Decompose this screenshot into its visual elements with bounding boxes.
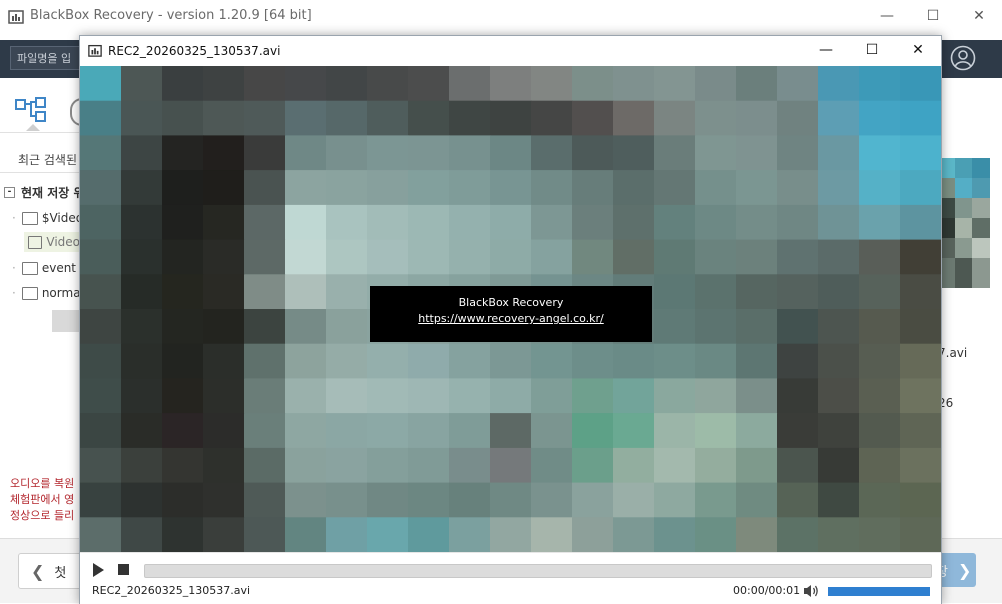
left-panel: 최근 검색된 - 현재 저장 위 · $Video Video · event … bbox=[0, 78, 85, 536]
player-close-button[interactable]: ✕ bbox=[895, 36, 941, 64]
main-window-title: BlackBox Recovery - version 1.20.9 [64 b… bbox=[30, 8, 312, 23]
current-filename: REC2_20260325_130537.avi bbox=[92, 584, 251, 597]
search-input[interactable]: 파일명을 입 bbox=[10, 46, 80, 70]
thumbnail[interactable] bbox=[938, 158, 990, 288]
tree-item-label: normal bbox=[41, 286, 84, 300]
player-title: REC2_20260325_130537.avi bbox=[108, 44, 281, 58]
notice-line: 오디오를 복원 bbox=[10, 477, 75, 490]
tab-pointer bbox=[26, 124, 40, 131]
notice-text: 오디오를 복원 체험판에서 영 정상으로 들리 bbox=[10, 476, 74, 524]
collapse-icon[interactable]: - bbox=[4, 186, 15, 198]
video-player-window: REC2_20260325_130537.avi — ☐ ✕ BlackBox … bbox=[79, 35, 942, 604]
overlay-title: BlackBox Recovery bbox=[458, 296, 564, 309]
scroll-thumb[interactable] bbox=[52, 310, 80, 332]
tree-root[interactable]: - 현재 저장 위 bbox=[4, 182, 85, 202]
stop-icon[interactable] bbox=[118, 564, 129, 575]
main-close-button[interactable]: ✕ bbox=[956, 0, 1002, 32]
tree-item[interactable]: · $Video bbox=[12, 208, 83, 228]
notice-line: 정상으로 들리 bbox=[10, 509, 75, 522]
watermark-overlay: BlackBox Recovery https://www.recovery-a… bbox=[370, 286, 652, 342]
main-maximize-button[interactable]: ☐ bbox=[910, 0, 956, 32]
player-maximize-button[interactable]: ☐ bbox=[849, 36, 895, 64]
player-minimize-button[interactable]: — bbox=[803, 36, 849, 64]
play-icon[interactable] bbox=[91, 562, 105, 578]
tree-root-label: 현재 저장 위 bbox=[21, 185, 85, 200]
tree-item-label: Video bbox=[46, 235, 80, 249]
main-title-bar: BlackBox Recovery - version 1.20.9 [64 b… bbox=[0, 0, 1002, 32]
recent-search-label: 최근 검색된 bbox=[18, 153, 78, 167]
file-name-fragment: 7.avi bbox=[938, 346, 968, 360]
user-account-icon[interactable] bbox=[950, 45, 976, 71]
folder-icon bbox=[21, 286, 38, 300]
first-page-label: 첫 bbox=[54, 565, 67, 581]
player-controls: REC2_20260325_130537.avi 00:00/00:01 bbox=[80, 552, 941, 604]
app-logo-icon bbox=[8, 8, 24, 24]
tree-item-label: $Video bbox=[41, 211, 84, 225]
main-minimize-button[interactable]: — bbox=[864, 0, 910, 32]
tree-item-label: event bbox=[41, 261, 77, 275]
notice-line: 체험판에서 영 bbox=[10, 493, 75, 506]
chevron-left-icon: ❮ bbox=[31, 561, 45, 581]
seek-bar[interactable] bbox=[144, 564, 932, 578]
volume-level-bar[interactable] bbox=[828, 587, 930, 596]
tree-item[interactable]: · normal bbox=[12, 283, 84, 303]
tree-item-selected[interactable]: Video bbox=[24, 232, 80, 252]
player-title-bar: REC2_20260325_130537.avi — ☐ ✕ bbox=[80, 36, 941, 66]
volume-icon[interactable] bbox=[802, 583, 820, 599]
video-frame[interactable]: BlackBox Recovery https://www.recovery-a… bbox=[80, 66, 941, 552]
chevron-right-icon: ❯ bbox=[957, 560, 972, 580]
overlay-link[interactable]: https://www.recovery-angel.co.kr/ bbox=[370, 312, 652, 325]
app-logo-icon bbox=[88, 43, 102, 57]
file-list-right: 7.avi 26 bbox=[938, 78, 1002, 536]
folder-icon bbox=[21, 211, 38, 225]
tree-item[interactable]: · event bbox=[12, 258, 76, 278]
time-display: 00:00/00:01 bbox=[733, 584, 801, 597]
device-tree-icon[interactable] bbox=[14, 96, 48, 124]
folder-icon bbox=[28, 235, 43, 249]
folder-icon bbox=[21, 261, 38, 275]
